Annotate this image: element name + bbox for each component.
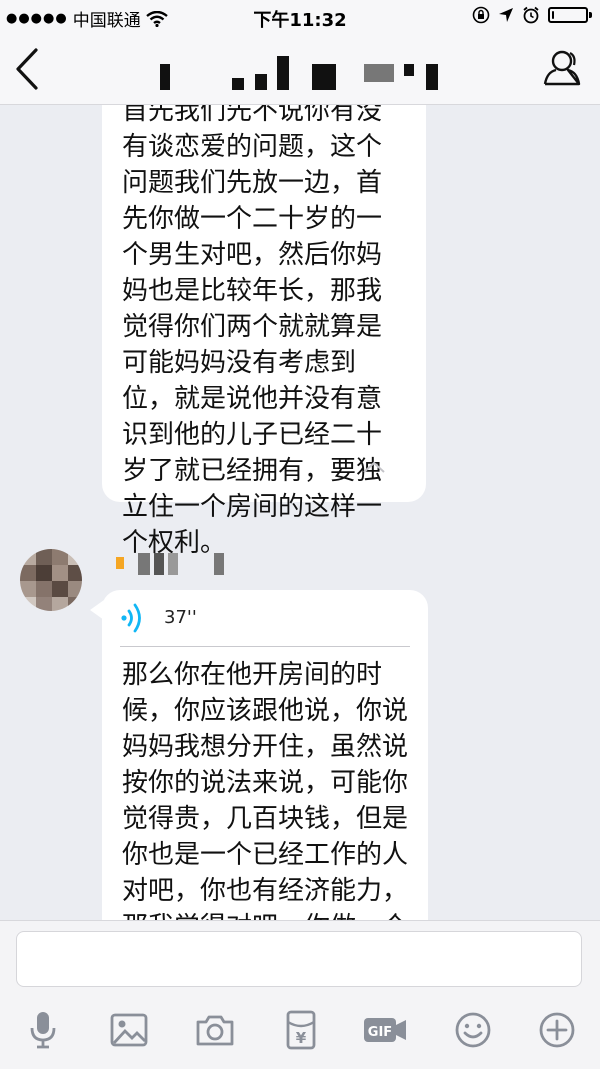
redaction-block <box>154 553 164 575</box>
red-packet-glyph: ¥ <box>296 1029 307 1047</box>
gif-button[interactable]: GIF <box>360 1007 410 1053</box>
pixelated-avatar-image <box>20 549 82 611</box>
red-packet-button[interactable]: ¥ <box>276 1007 326 1053</box>
battery-level <box>552 11 554 19</box>
back-button[interactable] <box>10 44 46 94</box>
avatar[interactable] <box>20 549 82 611</box>
redaction-block <box>364 64 394 82</box>
redaction-block <box>168 553 178 575</box>
input-area: ¥ GIF <box>0 920 600 1069</box>
level-badge <box>116 557 124 569</box>
chevron-up-icon[interactable] <box>360 459 388 475</box>
gif-label: GIF <box>368 1025 392 1040</box>
voice-message[interactable]: 37'' <box>120 590 410 647</box>
input-toolbar: ¥ GIF <box>0 1007 600 1053</box>
more-button[interactable] <box>532 1007 582 1053</box>
message-text: 那么你在他开房间的时候，你应该跟他说，你说妈妈我想分开住，虽然说按你的说法来说，… <box>122 660 409 920</box>
emoji-icon <box>455 1012 491 1048</box>
camera-icon <box>196 1015 234 1046</box>
location-icon <box>499 8 513 22</box>
battery-icon <box>548 7 592 23</box>
message-bubble[interactable]: 37'' 那么你在他开房间的时候，你应该跟他说，你说妈妈我想分开住，虽然说按你的… <box>90 590 428 920</box>
chat-info-button[interactable] <box>542 48 586 88</box>
message-list[interactable]: 首先我们先不说你有没有谈恋爱的问题，这个问题我们先放一边，首先你做一个二十岁的一… <box>0 105 600 920</box>
redaction-block <box>255 74 267 90</box>
camera-button[interactable] <box>190 1007 240 1053</box>
redaction-block <box>404 64 414 76</box>
message-text: 首先我们先不说你有没有谈恋爱的问题，这个问题我们先放一边，首先你做一个二十岁的一… <box>122 105 383 558</box>
image-icon <box>110 1013 148 1047</box>
microphone-icon <box>30 1012 56 1049</box>
redaction-block <box>214 553 224 575</box>
alarm-icon <box>523 6 539 24</box>
redaction-block <box>232 78 244 90</box>
photo-button[interactable] <box>104 1007 154 1053</box>
redaction-block <box>138 553 150 575</box>
redaction-block <box>312 64 336 90</box>
gif-icon: GIF <box>364 1018 406 1042</box>
voice-input-button[interactable] <box>18 1007 68 1053</box>
message-input[interactable] <box>16 931 582 987</box>
voice-wave-icon <box>121 603 141 633</box>
person-icon <box>543 50 581 86</box>
chevron-left-icon <box>16 48 38 90</box>
nav-bar <box>0 34 600 105</box>
redaction-block <box>426 64 438 90</box>
emoji-button[interactable] <box>448 1007 498 1053</box>
red-packet-icon: ¥ <box>286 1010 316 1050</box>
status-bar: ●●●●● 中国联通 下午11:32 <box>0 0 600 34</box>
redaction-block <box>160 64 170 90</box>
redaction-block <box>277 56 289 90</box>
orientation-lock-icon <box>472 6 490 24</box>
voice-duration: 37'' <box>164 607 197 628</box>
plus-icon <box>539 1012 575 1048</box>
status-right <box>472 6 592 24</box>
message-bubble[interactable]: 首先我们先不说你有没有谈恋爱的问题，这个问题我们先放一边，首先你做一个二十岁的一… <box>102 105 426 558</box>
